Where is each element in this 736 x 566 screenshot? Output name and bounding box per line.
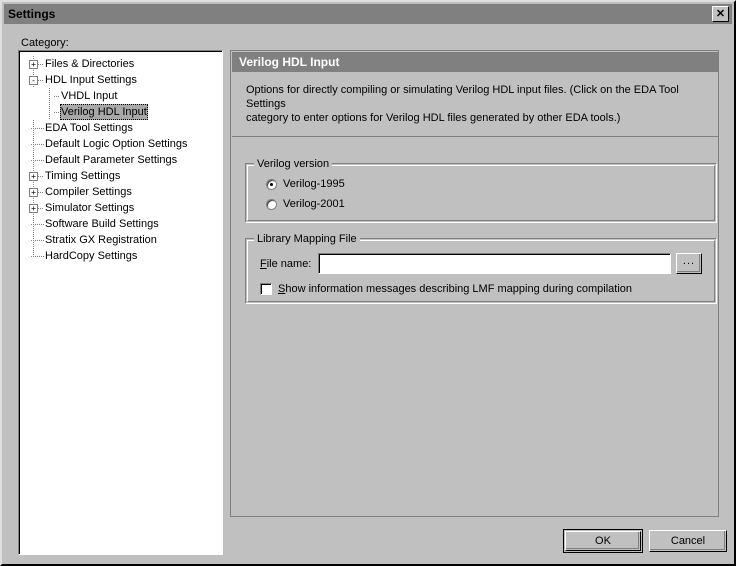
file-name-label: File name:: [260, 258, 311, 270]
expand-icon[interactable]: +: [29, 60, 38, 69]
library-mapping-group-title: Library Mapping File: [254, 233, 360, 245]
panel-description-line-2: category to enter options for Verilog HD…: [246, 112, 621, 124]
tree-item-verilog-hdl-input[interactable]: Verilog HDL Input: [20, 104, 222, 120]
verilog-version-group-title: Verilog version: [254, 158, 333, 170]
radio-label: Verilog-2001: [283, 198, 345, 210]
tree-item-label: Files & Directories: [45, 58, 135, 70]
file-name-label-mnemonic: F: [260, 258, 267, 270]
tree-item-hardcopy-settings[interactable]: HardCopy Settings: [20, 248, 222, 264]
verilog-version-groupbox-inner: [247, 165, 715, 221]
library-mapping-groupbox: Library Mapping File File name: ... Show…: [245, 233, 717, 304]
tree-connector-line: [49, 88, 50, 104]
cancel-button[interactable]: Cancel: [649, 530, 727, 552]
verilog-version-groupbox: Verilog version Verilog-1995 Verilog-200…: [245, 158, 717, 223]
tree-item-label: Stratix GX Registration: [45, 234, 157, 246]
tree-item-label: Timing Settings: [45, 170, 121, 182]
radio-verilog-2001[interactable]: Verilog-2001: [266, 198, 345, 210]
window-title: Settings: [8, 7, 56, 21]
expand-icon[interactable]: +: [29, 204, 38, 213]
expand-icon[interactable]: +: [29, 188, 38, 197]
collapse-icon[interactable]: -: [29, 76, 38, 85]
checkbox-label: Show information messages describing LMF…: [278, 283, 632, 295]
ok-button[interactable]: OK: [565, 531, 641, 551]
tree-item-label: EDA Tool Settings: [45, 122, 133, 134]
ok-button-default-frame: OK: [563, 529, 643, 553]
radio-icon: [266, 178, 277, 190]
tree-item-simulator-settings[interactable]: + Simulator Settings: [20, 200, 222, 216]
panel-description: Options for directly compiling or simula…: [232, 72, 719, 137]
tree-connector-dash: [31, 256, 44, 257]
tree-item-label: Verilog HDL Input: [60, 104, 148, 120]
file-name-textbox[interactable]: [318, 253, 671, 274]
tree-item-label: HDL Input Settings: [45, 74, 137, 86]
tree-item-label: Compiler Settings: [45, 186, 132, 198]
tree-item-label: Software Build Settings: [45, 218, 159, 230]
tree-item-eda-tool-settings[interactable]: EDA Tool Settings: [20, 120, 222, 136]
tree-item-timing-settings[interactable]: + Timing Settings: [20, 168, 222, 184]
tree-item-compiler-settings[interactable]: + Compiler Settings: [20, 184, 222, 200]
checkbox-icon: [260, 283, 272, 295]
show-lmf-messages-checkbox-row[interactable]: Show information messages describing LMF…: [260, 283, 632, 295]
tree-item-default-parameter-settings[interactable]: Default Parameter Settings: [20, 152, 222, 168]
tree-item-stratix-gx-registration[interactable]: Stratix GX Registration: [20, 232, 222, 248]
file-name-textbox-inner: [319, 254, 670, 273]
browse-button[interactable]: ...: [676, 253, 702, 274]
tree-item-software-build-settings[interactable]: Software Build Settings: [20, 216, 222, 232]
category-label: Category:: [21, 37, 69, 49]
tree-connector-dash: [31, 160, 44, 161]
title-bar: Settings ✕: [4, 4, 732, 24]
tree-connector-dash: [31, 128, 44, 129]
tree-connector-line: [33, 248, 34, 256]
radio-verilog-1995[interactable]: Verilog-1995: [266, 178, 345, 190]
tree-item-default-logic-option-settings[interactable]: Default Logic Option Settings: [20, 136, 222, 152]
dialog-client-area: Category: + Files & Directories - HDL Input…: [4, 24, 732, 564]
panel-description-line-1: Options for directly compiling or simula…: [246, 84, 679, 110]
tree-item-files-directories[interactable]: + Files & Directories: [20, 56, 222, 72]
tree-item-label: Default Logic Option Settings: [45, 138, 188, 150]
category-tree: + Files & Directories - HDL Input Settings V…: [20, 56, 222, 264]
close-icon[interactable]: ✕: [712, 6, 729, 22]
radio-label: Verilog-1995: [283, 178, 345, 190]
tree-item-label: Simulator Settings: [45, 202, 135, 214]
settings-detail-panel: Verilog HDL Input Options for directly c…: [230, 50, 719, 517]
tree-item-label: HardCopy Settings: [45, 250, 138, 262]
panel-title: Verilog HDL Input: [232, 52, 719, 72]
category-tree-panel[interactable]: + Files & Directories - HDL Input Settings V…: [18, 50, 223, 555]
radio-icon: [266, 198, 277, 210]
file-name-label-rest: ile name:: [266, 258, 312, 270]
category-tree-inner: + Files & Directories - HDL Input Settings V…: [19, 51, 222, 554]
tree-connector-dash: [31, 224, 44, 225]
tree-connector-dash: [31, 144, 44, 145]
tree-item-hdl-input-settings[interactable]: - HDL Input Settings: [20, 72, 222, 88]
tree-connector-dash: [31, 240, 44, 241]
file-name-input[interactable]: [322, 256, 666, 270]
settings-dialog: Settings ✕ Category: + Files & Directorie…: [0, 0, 736, 566]
expand-icon[interactable]: +: [29, 172, 38, 181]
tree-item-vhdl-input[interactable]: VHDL Input: [20, 88, 222, 104]
tree-item-label: Default Parameter Settings: [45, 154, 178, 166]
tree-item-label: VHDL Input: [61, 90, 118, 102]
tree-connector-line: [49, 104, 50, 120]
checkbox-label-rest: how information messages describing LMF …: [285, 283, 633, 295]
